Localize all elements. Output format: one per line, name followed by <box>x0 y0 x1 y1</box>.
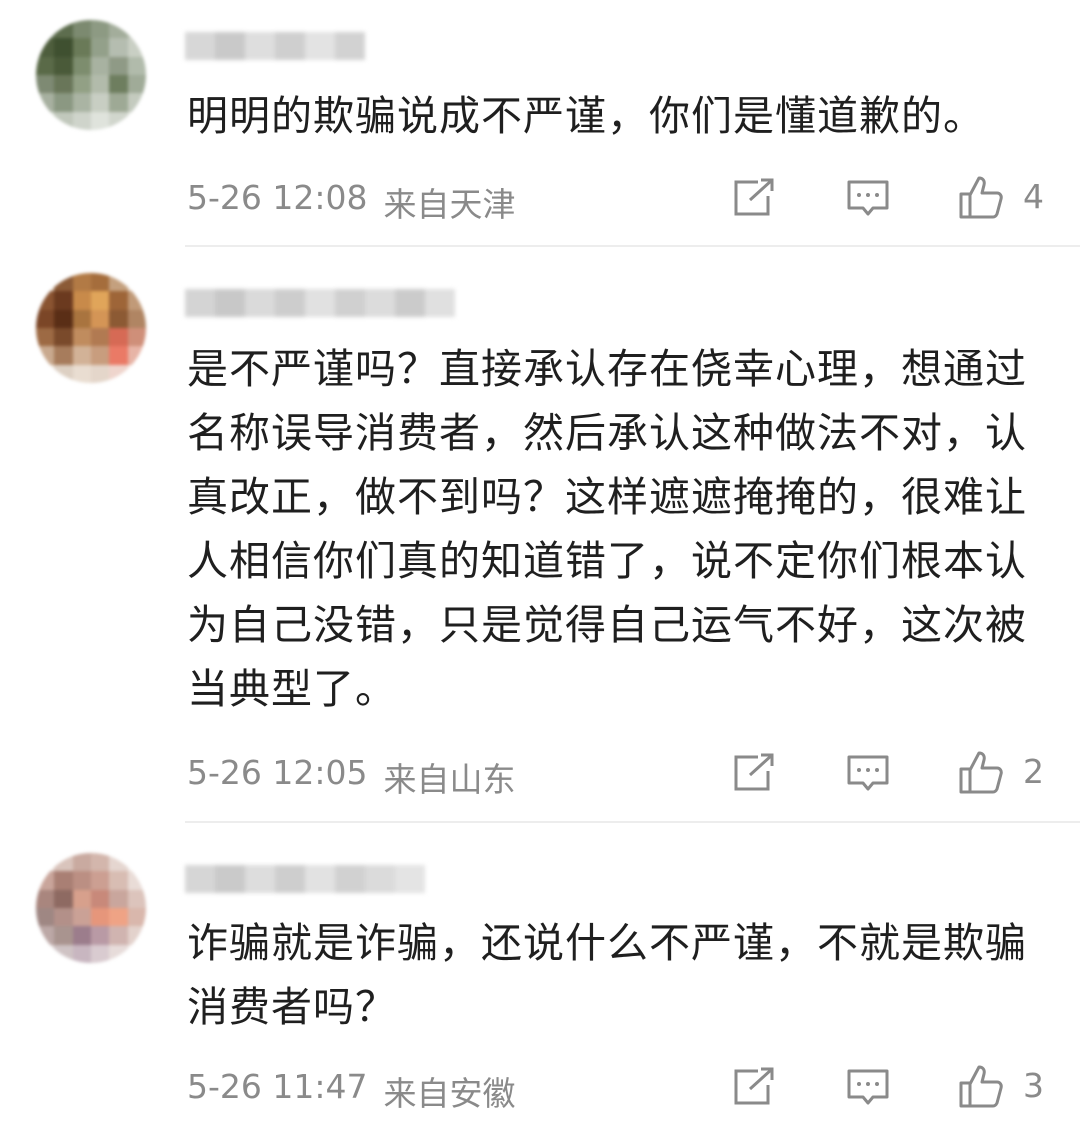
comment-location: 来自安徽 <box>383 1074 516 1113</box>
comment-text: 是不严谨吗？直接承认存在侥幸心理，想通过名称误导消费者，然后承认这种做法不对，认… <box>187 345 1027 713</box>
comment-icon[interactable] <box>846 178 890 218</box>
share-icon[interactable] <box>732 178 776 218</box>
comment-text: 明明的欺骗说成不严谨，你们是懂道歉的。 <box>187 92 985 140</box>
comment-icon[interactable] <box>846 753 890 793</box>
comment-meta: 5-26 11:47 来自安徽 <box>187 1067 516 1115</box>
username-blurred[interactable] <box>185 289 455 317</box>
avatar[interactable] <box>36 853 146 963</box>
avatar[interactable] <box>36 20 146 130</box>
comment-time: 5-26 12:05 <box>187 753 368 792</box>
comment-actions: 4 <box>730 174 1050 222</box>
username-blurred[interactable] <box>185 32 365 60</box>
share-icon[interactable] <box>732 753 776 793</box>
avatar[interactable] <box>36 273 146 383</box>
like-count: 3 <box>1023 1066 1044 1105</box>
comment-location: 来自天津 <box>383 185 516 224</box>
username-blurred[interactable] <box>185 865 425 893</box>
comment-text: 诈骗就是诈骗，还说什么不严谨，不就是欺骗消费者吗？ <box>187 919 1027 1031</box>
comment-location: 来自山东 <box>383 760 516 799</box>
comment-meta: 5-26 12:05 来自山东 <box>187 753 516 801</box>
comment-item: 诈骗就是诈骗，还说什么不严谨，不就是欺骗消费者吗？ 5-26 11:47 来自安… <box>0 823 1080 1129</box>
like-count: 4 <box>1023 177 1044 216</box>
comment-item: 明明的欺骗说成不严谨，你们是懂道歉的。 5-26 12:08 来自天津 4 <box>0 0 1080 246</box>
comment-actions: 3 <box>730 1063 1050 1111</box>
thumbs-up-icon[interactable] <box>958 174 1006 220</box>
comment-item: 是不严谨吗？直接承认存在侥幸心理，想通过名称误导消费者，然后承认这种做法不对，认… <box>0 247 1080 821</box>
comment-icon[interactable] <box>846 1067 890 1107</box>
share-icon[interactable] <box>732 1067 776 1107</box>
like-count: 2 <box>1023 752 1044 791</box>
comment-time: 5-26 12:08 <box>187 178 368 217</box>
comment-actions: 2 <box>730 749 1050 797</box>
comment-meta: 5-26 12:08 来自天津 <box>187 178 516 226</box>
thumbs-up-icon[interactable] <box>958 749 1006 795</box>
thumbs-up-icon[interactable] <box>958 1063 1006 1109</box>
comment-time: 5-26 11:47 <box>187 1067 368 1106</box>
